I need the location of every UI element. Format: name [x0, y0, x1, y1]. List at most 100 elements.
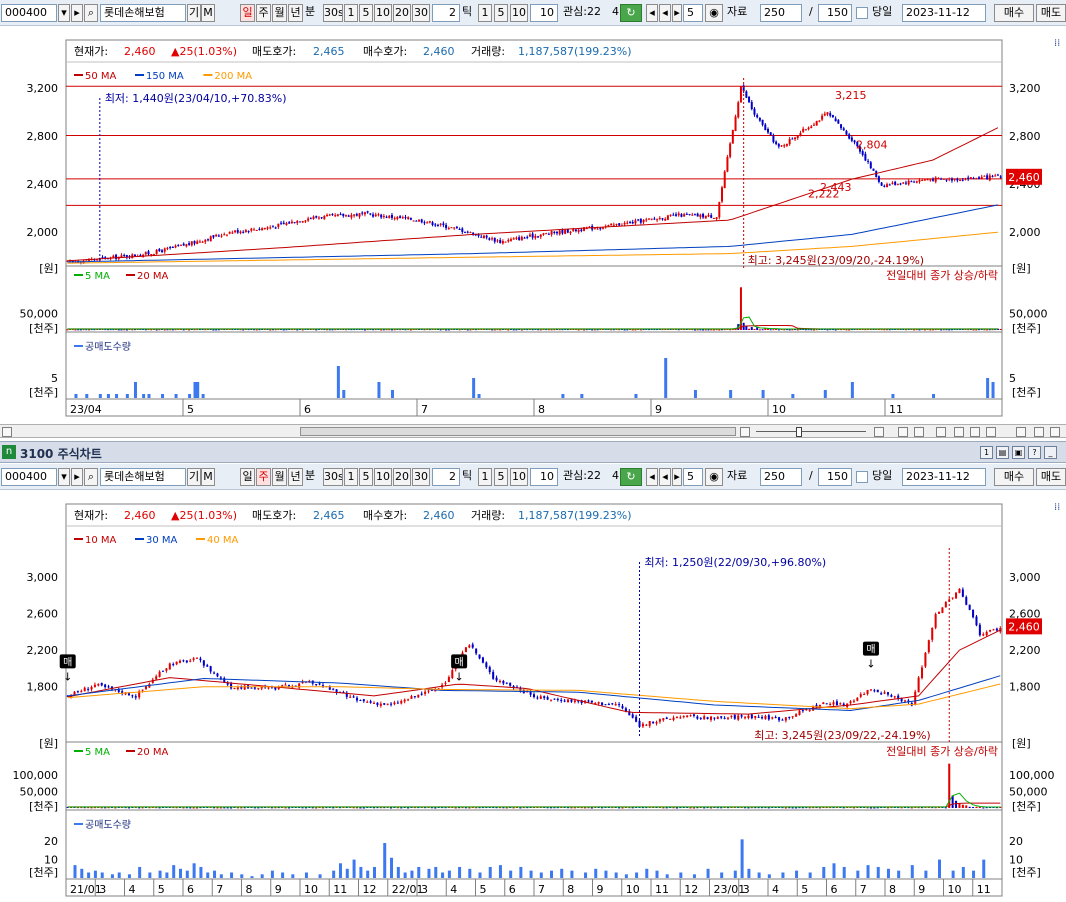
- m-button-2[interactable]: M: [201, 468, 215, 486]
- period-year-button[interactable]: 년: [288, 4, 303, 22]
- buy-button-2[interactable]: 매수: [994, 468, 1034, 486]
- tool-icon-8[interactable]: [1034, 427, 1044, 437]
- zoom-slider-track[interactable]: [756, 431, 866, 432]
- same-day-checkbox[interactable]: [856, 7, 868, 19]
- interval-30-button[interactable]: 30: [412, 4, 430, 22]
- gi-button[interactable]: 기: [187, 4, 201, 22]
- period-month-button-2[interactable]: 월: [272, 468, 287, 486]
- tick-value-input-2[interactable]: 2: [432, 468, 460, 486]
- chart-scroll-bar[interactable]: [0, 424, 1066, 438]
- scroll-left-button[interactable]: ◂: [646, 4, 658, 22]
- step-input-2[interactable]: 5: [683, 468, 703, 486]
- daily-chart[interactable]: 현재가: 2,460 ▲25(1.03%) 매도호가: 2,465 매수호가: 2,460 거…: [0, 26, 1066, 422]
- date-select-2[interactable]: 2023-11-12: [902, 468, 986, 486]
- period-month-button[interactable]: 월: [272, 4, 287, 22]
- volume-bar: [972, 329, 975, 331]
- gi-button-2[interactable]: 기: [187, 468, 201, 486]
- tick-10-button-2[interactable]: 10: [510, 468, 528, 486]
- search-button[interactable]: ⌕: [84, 4, 98, 22]
- tool-icon-1[interactable]: [898, 427, 908, 437]
- options-button[interactable]: ◉: [705, 4, 723, 22]
- interval-5-button[interactable]: 5: [359, 4, 373, 22]
- interval-1-button[interactable]: 1: [344, 4, 358, 22]
- data-total-input[interactable]: 150: [818, 4, 852, 22]
- scroll-right-button-2[interactable]: ▸: [672, 468, 682, 486]
- search-button-2[interactable]: ⌕: [84, 468, 98, 486]
- code-dropdown-button[interactable]: ▾: [58, 4, 70, 22]
- refresh-button[interactable]: ↻: [620, 4, 642, 22]
- candle-body: [798, 710, 801, 715]
- volume-bar: [400, 807, 403, 809]
- next-stock-button[interactable]: ▸: [71, 4, 83, 22]
- m-button[interactable]: M: [201, 4, 215, 22]
- step-input[interactable]: 5: [683, 4, 703, 22]
- interval-5-button-2[interactable]: 5: [359, 468, 373, 486]
- data-count-select-2[interactable]: 250: [760, 468, 802, 486]
- window-help-icon[interactable]: ?: [1028, 446, 1041, 459]
- panel-expand-icon[interactable]: ⁞⁞: [1054, 38, 1060, 49]
- period-day-button[interactable]: 일: [240, 4, 255, 22]
- tick-5-button-2[interactable]: 5: [494, 468, 508, 486]
- window-num-icon[interactable]: 1: [980, 446, 993, 459]
- date-select[interactable]: 2023-11-12: [902, 4, 986, 22]
- stock-code-input[interactable]: 000400: [1, 4, 57, 22]
- interval-30-button-2[interactable]: 30: [412, 468, 430, 486]
- short-sale-bar: [148, 872, 152, 878]
- tick-10-button[interactable]: 10: [510, 4, 528, 22]
- refresh-button-2[interactable]: ↻: [620, 468, 642, 486]
- tick-count-input[interactable]: 10: [530, 4, 558, 22]
- tick-1-button-2[interactable]: 1: [478, 468, 492, 486]
- y-tick-label-left: 3,200: [27, 82, 59, 95]
- scroll-left-button-2[interactable]: ◂: [646, 468, 658, 486]
- tick-1-button[interactable]: 1: [478, 4, 492, 22]
- period-week-button-2[interactable]: 주: [256, 468, 271, 486]
- zoom-icon[interactable]: [874, 427, 884, 437]
- stock-code-input-2[interactable]: 000400: [1, 468, 57, 486]
- tool-icon-6[interactable]: [986, 427, 996, 437]
- tick-count-input-2[interactable]: 10: [530, 468, 558, 486]
- tool-icon-9[interactable]: [1050, 427, 1060, 437]
- buy-button[interactable]: 매수: [994, 4, 1034, 22]
- scroll-left2-button-2[interactable]: ◂: [659, 468, 671, 486]
- short-sale-bar: [366, 870, 370, 878]
- tool-icon-4[interactable]: [954, 427, 964, 437]
- period-day-button-2[interactable]: 일: [240, 468, 255, 486]
- sell-button[interactable]: 매도: [1036, 4, 1066, 22]
- period-week-button[interactable]: 주: [256, 4, 271, 22]
- tool-icon-7[interactable]: [1016, 427, 1026, 437]
- interval-10-button-2[interactable]: 10: [374, 468, 392, 486]
- interval-1-button-2[interactable]: 1: [344, 468, 358, 486]
- window-tools-icon[interactable]: ▣: [1012, 446, 1025, 459]
- interval-10-button[interactable]: 10: [374, 4, 392, 22]
- candle-body: [672, 717, 675, 720]
- interval-30s-button-2[interactable]: 30s: [323, 468, 343, 486]
- period-year-button-2[interactable]: 년: [288, 468, 303, 486]
- data-count-select[interactable]: 250: [760, 4, 802, 22]
- scroll-left-arrow-icon[interactable]: [2, 427, 12, 437]
- window-minimize-icon[interactable]: _: [1044, 446, 1057, 459]
- sell-button-2[interactable]: 매도: [1036, 468, 1066, 486]
- options-button-2[interactable]: ◉: [705, 468, 723, 486]
- tool-icon-2[interactable]: [914, 427, 924, 437]
- scroll-right-arrow-icon[interactable]: [740, 427, 750, 437]
- tick-5-button[interactable]: 5: [494, 4, 508, 22]
- interval-20-button[interactable]: 20: [393, 4, 411, 22]
- candle-body: [893, 696, 896, 698]
- window-link-icon[interactable]: ▤: [996, 446, 1009, 459]
- tool-icon-5[interactable]: [970, 427, 980, 437]
- tool-icon-3[interactable]: [936, 427, 946, 437]
- scroll-left2-button[interactable]: ◂: [659, 4, 671, 22]
- scroll-right-button[interactable]: ▸: [672, 4, 682, 22]
- zoom-slider-knob[interactable]: [796, 427, 802, 437]
- code-dropdown-button-2[interactable]: ▾: [58, 468, 70, 486]
- panel-expand-icon-2[interactable]: ⁞⁞: [1054, 502, 1060, 513]
- tick-value-input[interactable]: 2: [432, 4, 460, 22]
- weekly-chart[interactable]: 현재가: 2,460 ▲25(1.03%) 매도호가: 2,465 매수호가: 2,460 거…: [0, 490, 1066, 902]
- same-day-checkbox-2[interactable]: [856, 471, 868, 483]
- volume-bar: [230, 807, 233, 809]
- next-stock-button-2[interactable]: ▸: [71, 468, 83, 486]
- interval-30s-button[interactable]: 30s: [323, 4, 343, 22]
- interval-20-button-2[interactable]: 20: [393, 468, 411, 486]
- scroll-track[interactable]: [300, 427, 736, 436]
- data-total-input-2[interactable]: 150: [818, 468, 852, 486]
